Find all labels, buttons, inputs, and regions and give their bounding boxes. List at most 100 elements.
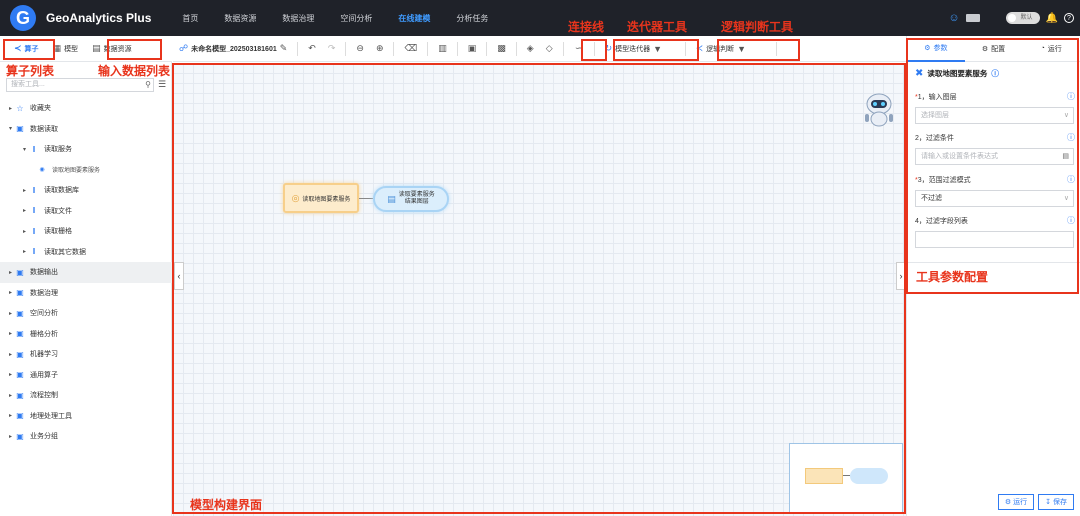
tree-item-label: 读取其它数据: [44, 248, 86, 256]
clean-button[interactable]: ▥: [432, 43, 453, 54]
annotation-box-connector: [581, 39, 607, 61]
nav-analysis-task[interactable]: 分析任务: [443, 0, 501, 36]
library-icon: ‖: [32, 247, 36, 257]
toolbox-icon: ▣: [16, 349, 24, 359]
tree-item[interactable]: ▸ ▣ 机器学习: [0, 344, 172, 365]
layout-icon: ◈: [526, 43, 534, 53]
header-right: ☺ 默认 🔔 ?: [948, 0, 1074, 36]
nav-home[interactable]: 首页: [169, 0, 211, 36]
layout-button-1[interactable]: ◈: [521, 43, 540, 54]
tree-item[interactable]: ▸ ▣ 空间分析: [0, 303, 172, 324]
zoom-in-button[interactable]: ⊕: [370, 43, 390, 54]
undo-button[interactable]: ↶: [302, 43, 322, 54]
user-icon[interactable]: ☺: [948, 12, 959, 24]
tree-item-label: 数据读取: [30, 125, 58, 133]
tree-item[interactable]: ▾ ▣ 数据读取: [0, 119, 172, 140]
tree-item-label: 通用算子: [30, 371, 58, 379]
tree-item[interactable]: ▸ ▣ 栅格分析: [0, 324, 172, 345]
help-icon[interactable]: ?: [1064, 13, 1074, 23]
tree-item[interactable]: ▸ ‖ 读取其它数据: [0, 242, 172, 263]
main-nav: 首页 数据资源 数据治理 空间分析 在线建模 分析任务: [169, 0, 501, 36]
fit-view-icon: ▣: [467, 43, 477, 53]
trash-icon: ⌫: [404, 43, 418, 53]
theme-toggle[interactable]: 默认: [1005, 12, 1040, 24]
tree-item-label: 机器学习: [30, 351, 58, 359]
edit-icon[interactable]: ✎: [280, 43, 288, 54]
tree-item[interactable]: ▸ ▣ 数据输出: [0, 262, 172, 283]
model-name-text: 未命名模型_202503181601: [191, 45, 277, 53]
tree-item-label: 流程控制: [30, 392, 58, 400]
tree-item[interactable]: ▸ ‖ 读取文件: [0, 201, 172, 222]
tree-item-label: 空间分析: [30, 310, 58, 318]
operator-tree: ▸ ☆ 收藏夹 ▾ ▣ 数据读取 ▾ ‖ 读取服务 ◉ 读取地图要素服务 ▸ ‖ 读取数据库 ▸ ‖…: [0, 98, 172, 447]
run-button[interactable]: ⚙ 运行: [997, 494, 1035, 510]
annotation-box-iterator: [613, 39, 699, 61]
fit-view-button[interactable]: ▣: [462, 43, 483, 54]
zoom-in-icon: ⊕: [375, 43, 384, 53]
annotation-label-params: 工具参数配置: [916, 270, 989, 284]
toolbox-icon: ▣: [16, 431, 24, 441]
tree-item[interactable]: ◉ 读取地图要素服务: [0, 160, 172, 181]
library-icon: ‖: [32, 206, 36, 216]
delete-button[interactable]: ⌫: [398, 43, 423, 54]
tab-models-label: 模型: [64, 45, 79, 53]
tree-item[interactable]: ▸ ▣ 业务分组: [0, 426, 172, 447]
divider: [297, 41, 299, 56]
list-view-icon[interactable]: ☰: [158, 79, 166, 90]
tree-item[interactable]: ▸ ▣ 数据治理: [0, 283, 172, 304]
annotation-label-canvas: 模型构建界面: [190, 498, 263, 512]
annotation-box-logic: [717, 39, 800, 61]
nav-online-modeling[interactable]: 在线建模: [385, 0, 443, 36]
model-tree-icon: ☍: [179, 43, 189, 53]
tree-item-label: 数据治理: [30, 289, 58, 297]
broom-icon: ▥: [438, 43, 447, 53]
search-input[interactable]: 搜索工具... ⚲: [6, 78, 154, 92]
tree-item-label: 地理处理工具: [30, 412, 72, 420]
undo-icon: ↶: [308, 43, 316, 53]
toolbox-icon: ▣: [16, 329, 24, 339]
image-icon: ▩: [497, 43, 506, 53]
run-button-label: 运行: [1013, 499, 1028, 506]
layout-alt-icon: ◇: [545, 43, 553, 53]
bell-icon[interactable]: 🔔: [1046, 13, 1058, 24]
toolbox-icon: ▣: [16, 124, 24, 134]
save-button-label: 保存: [1053, 499, 1067, 506]
search-icon[interactable]: ⚲: [145, 79, 151, 91]
tree-item[interactable]: ▸ ▣ 地理处理工具: [0, 406, 172, 427]
tree-item-label: 读取服务: [44, 146, 72, 154]
model-name[interactable]: ☍ 未命名模型_202503181601 ✎: [173, 43, 293, 54]
toolbox-icon: ▣: [16, 288, 24, 298]
tree-item[interactable]: ▸ ▣ 流程控制: [0, 385, 172, 406]
divider: [393, 41, 395, 56]
run-icon: ⚙: [1004, 499, 1012, 506]
tree-item[interactable]: ▾ ‖ 读取服务: [0, 139, 172, 160]
layout-button-2[interactable]: ◇: [540, 43, 559, 54]
redo-icon: ↷: [327, 43, 336, 53]
search-placeholder: 搜索工具...: [11, 81, 45, 88]
app-logo: G: [10, 5, 36, 31]
tree-item[interactable]: ▸ ☆ 收藏夹: [0, 98, 172, 119]
redo-button[interactable]: ↷: [322, 43, 342, 54]
annotation-label-input-data: 输入数据列表: [98, 64, 171, 78]
divider: [427, 41, 429, 56]
library-icon: ‖: [32, 185, 36, 195]
action-buttons: ⚙ 运行 ↧ 保存: [997, 494, 1074, 510]
toolbox-icon: ▣: [16, 267, 24, 277]
tree-item[interactable]: ▸ ▣ 通用算子: [0, 365, 172, 386]
zoom-out-icon: ⊖: [356, 43, 364, 53]
zoom-out-button[interactable]: ⊖: [350, 43, 370, 54]
tree-item[interactable]: ▸ ‖ 读取栅格: [0, 221, 172, 242]
nav-data-resource[interactable]: 数据资源: [211, 0, 269, 36]
divider: [562, 41, 564, 56]
tree-item[interactable]: ▸ ‖ 读取数据库: [0, 180, 172, 201]
export-image-button[interactable]: ▩: [491, 43, 512, 54]
annotation-label-connector: 连接线: [568, 20, 605, 34]
divider: [486, 41, 488, 56]
annotation-box-operators: [3, 39, 55, 60]
save-button[interactable]: ↧ 保存: [1038, 494, 1074, 510]
app-name: GeoAnalytics Plus: [46, 11, 152, 25]
nav-data-governance[interactable]: 数据治理: [269, 0, 327, 36]
tree-item-label: 业务分组: [30, 433, 58, 441]
data-resource-icon: ▤: [92, 43, 101, 53]
nav-spatial-analysis[interactable]: 空间分析: [327, 0, 385, 36]
